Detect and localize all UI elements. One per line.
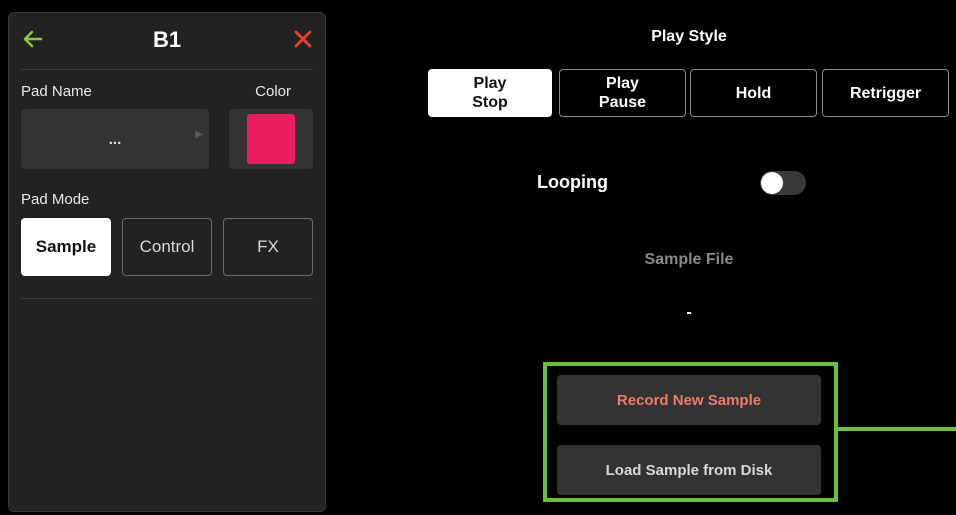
close-icon[interactable] [291, 27, 315, 51]
mode-sample-button[interactable]: Sample [21, 218, 111, 276]
color-picker[interactable] [229, 109, 313, 169]
mode-control-button[interactable]: Control [122, 218, 212, 276]
pad-mode-label: Pad Mode [21, 191, 90, 208]
pad-name-field[interactable]: ... ▶ [21, 109, 209, 169]
triangle-right-icon: ▶ [195, 129, 203, 140]
play-style-play-pause[interactable]: Play Pause [559, 69, 686, 117]
pad-editor-panel: B1 Pad Name Color ... ▶ Pad Mode Sample … [8, 12, 326, 512]
panel-header: B1 [9, 13, 325, 69]
looping-toggle[interactable] [760, 171, 806, 195]
play-style-title: Play Style [651, 28, 727, 45]
play-style-play-stop[interactable]: Play Stop [428, 69, 552, 117]
pad-name-label: Pad Name [21, 83, 92, 100]
looping-label: Looping [537, 172, 608, 192]
sample-file-value: - [686, 304, 692, 321]
highlight-callout-line [838, 427, 956, 431]
load-sample-from-disk-button[interactable]: Load Sample from Disk [557, 445, 821, 495]
mode-divider [21, 298, 313, 299]
record-new-sample-button[interactable]: Record New Sample [557, 375, 821, 425]
play-style-hold[interactable]: Hold [690, 69, 817, 117]
play-style-retrigger[interactable]: Retrigger [822, 69, 949, 117]
pad-title: B1 [152, 27, 182, 52]
color-label: Color [255, 83, 291, 100]
color-swatch [247, 114, 295, 164]
pad-name-value: ... [108, 131, 122, 148]
toggle-knob [761, 172, 783, 194]
header-divider [21, 69, 313, 70]
mode-fx-button[interactable]: FX [223, 218, 313, 276]
sample-file-label: Sample File [644, 251, 734, 268]
